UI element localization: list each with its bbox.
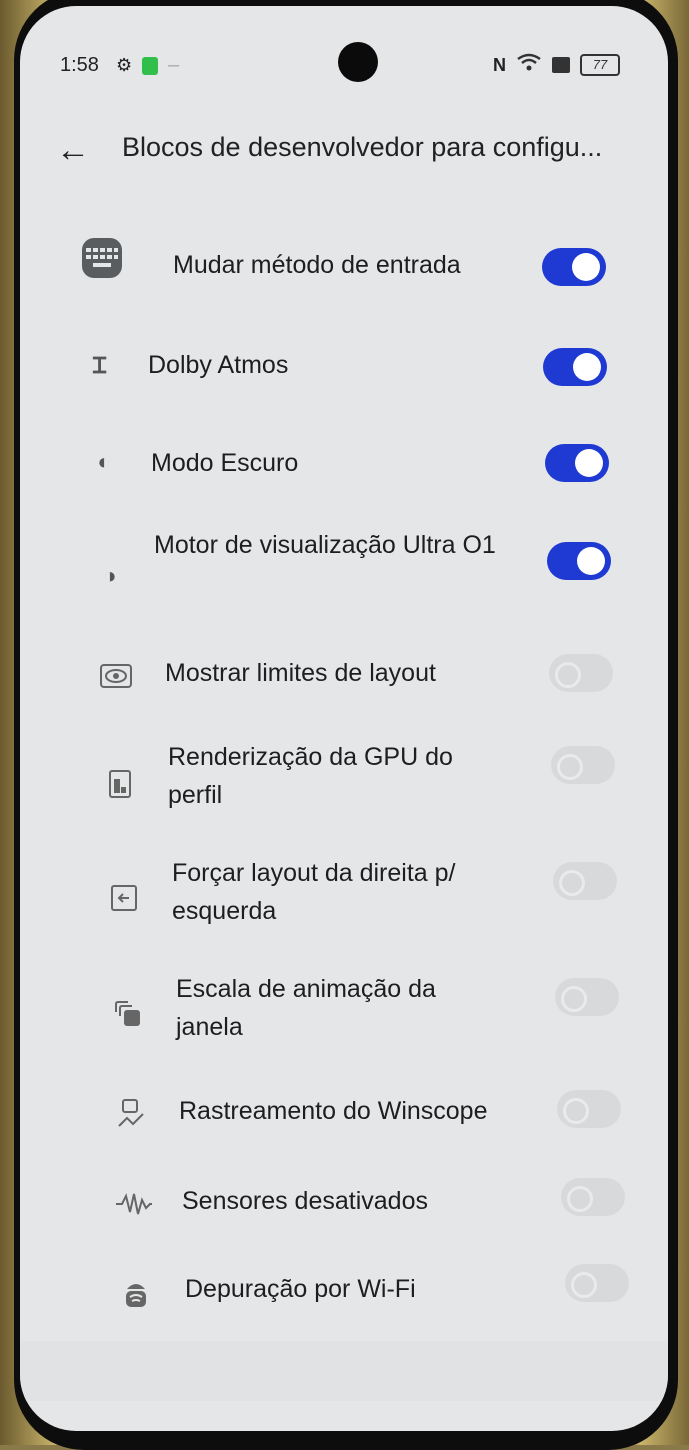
tile-toggle[interactable] <box>557 1090 621 1128</box>
app-notification-icon <box>142 56 159 75</box>
page-title: Blocos de desenvolvedor para configu... <box>122 132 603 162</box>
dolby-icon: Ꮖ <box>92 353 108 378</box>
tile-toggle[interactable] <box>542 248 606 286</box>
tile-row-winscope[interactable]: Rastreamento do Winscope <box>20 1080 668 1150</box>
tile-row-layout-bounds[interactable]: Mostrar limites de layout <box>20 640 668 710</box>
sensors-off-icon <box>114 1184 154 1224</box>
status-bar: 1:58 ⚙ – N 77 <box>60 50 628 80</box>
tile-row-input-method[interactable]: Mudar método de entrada <box>20 232 668 302</box>
display-engine-icon: ◑ <box>103 563 117 588</box>
dash-icon: – <box>168 54 180 76</box>
keyboard-icon <box>82 238 122 278</box>
page-header: ← Blocos de desenvolvedor para configu..… <box>20 122 668 182</box>
back-arrow-icon[interactable]: ← <box>56 128 90 172</box>
sim-icon <box>552 57 570 73</box>
wifi-icon <box>516 52 542 78</box>
battery-indicator: 77 <box>580 54 620 76</box>
tile-row-window-animation[interactable]: Escala de animação da janela <box>20 968 668 1058</box>
tile-toggle[interactable] <box>549 654 613 692</box>
tile-row-display-engine[interactable]: ◑ Motor de visualização Ultra O1 <box>20 522 668 612</box>
tile-row-rtl-layout[interactable]: Forçar layout da direita p/ esquerda <box>20 852 668 942</box>
tile-label: Dolby Atmos <box>148 351 289 379</box>
gpu-icon <box>100 764 140 804</box>
tile-row-dark-mode[interactable]: ◐ Modo Escuro <box>20 428 668 498</box>
window-animation-icon <box>108 994 148 1034</box>
status-time: 1:58 <box>60 54 99 76</box>
rtl-layout-icon <box>104 878 144 918</box>
tile-toggle[interactable] <box>543 348 607 386</box>
tile-label: Escala de animação da janela <box>176 975 436 1041</box>
dark-mode-icon: ◐ <box>97 449 111 474</box>
tile-label: Sensores desativados <box>182 1187 428 1215</box>
tile-toggle[interactable] <box>565 1264 629 1302</box>
tile-toggle[interactable] <box>555 978 619 1016</box>
tile-toggle[interactable] <box>547 542 611 580</box>
tile-row-wifi-debug[interactable]: Depuração por Wi-Fi <box>20 1258 668 1328</box>
tile-label: Motor de visualização Ultra O1 <box>154 531 496 559</box>
nfc-icon: N <box>493 54 506 75</box>
tile-toggle[interactable] <box>551 746 615 784</box>
tile-label: Forçar layout da direita p/ esquerda <box>172 859 456 925</box>
tile-row-sensors-off[interactable]: Sensores desativados <box>20 1170 668 1240</box>
tile-toggle[interactable] <box>553 862 617 900</box>
tile-toggle[interactable] <box>561 1178 625 1216</box>
winscope-icon <box>112 1094 152 1134</box>
tile-label: Mudar método de entrada <box>173 251 461 279</box>
tile-label: Mostrar limites de layout <box>165 659 436 687</box>
tile-label: Renderização da GPU do perfil <box>168 743 453 809</box>
phone-screen: 1:58 ⚙ – N 77 ← Blocos de desenvolvedor … <box>20 6 668 1431</box>
tile-label: Rastreamento do Winscope <box>179 1097 488 1125</box>
tile-toggle[interactable] <box>545 444 609 482</box>
bottom-navigation-area <box>20 1341 668 1401</box>
eye-icon <box>96 656 136 696</box>
tile-row-dolby-atmos[interactable]: Ꮖ Dolby Atmos <box>20 332 668 402</box>
tile-label: Modo Escuro <box>151 449 299 477</box>
android-debug-icon <box>116 1274 156 1314</box>
tile-row-gpu-render[interactable]: Renderização da GPU do perfil <box>20 734 668 824</box>
tile-label: Depuração por Wi-Fi <box>185 1275 416 1303</box>
settings-gear-icon: ⚙ <box>116 55 133 75</box>
